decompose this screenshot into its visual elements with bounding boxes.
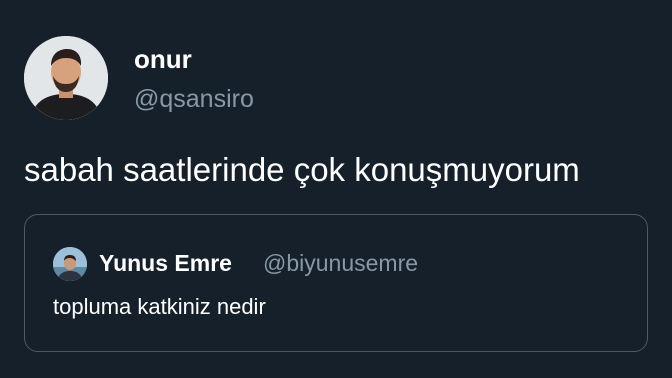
quoted-tweet-text: topluma katkiniz nedir <box>53 294 266 319</box>
author-handle[interactable]: @qsansiro <box>134 84 254 114</box>
quoted-author-handle[interactable]: @biyunusemre <box>263 249 418 277</box>
author-name[interactable]: onur <box>134 44 192 74</box>
quoted-author-name[interactable]: Yunus Emre <box>99 249 232 277</box>
tweet: onur @qsansiro sabah saatlerinde çok kon… <box>0 0 672 378</box>
tweet-text: sabah saatlerinde çok konuşmuyorum <box>24 151 580 188</box>
quoted-author-avatar[interactable] <box>53 247 87 281</box>
author-avatar-photo <box>24 36 108 120</box>
author-avatar[interactable] <box>24 36 108 120</box>
quoted-tweet-card[interactable]: Yunus Emre @biyunusemre topluma katkiniz… <box>24 214 648 352</box>
quoted-author-avatar-photo <box>53 247 87 281</box>
